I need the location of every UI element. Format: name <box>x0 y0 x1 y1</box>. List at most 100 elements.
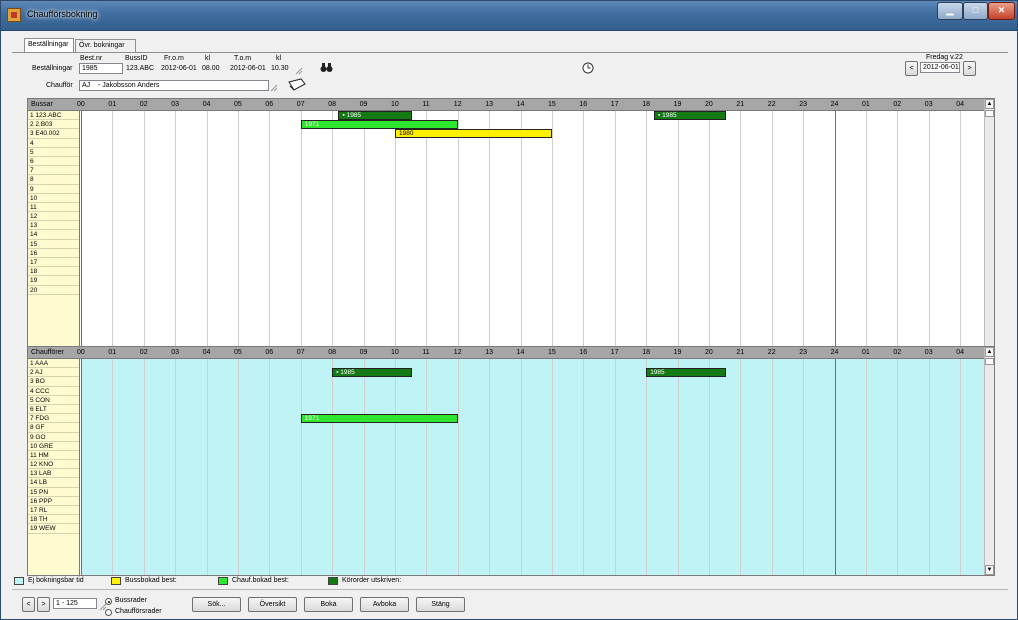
scroll-thumb[interactable] <box>985 110 994 117</box>
driver-timeline-grid[interactable]: ▪ 1985 1985 1971 <box>81 359 985 575</box>
schedule-row-label[interactable]: 13 <box>28 221 79 231</box>
book-button[interactable]: Boka <box>304 597 353 612</box>
schedule-row-label[interactable]: 19 WEW <box>28 524 79 534</box>
schedule-row-label[interactable]: 15 PN <box>28 488 79 497</box>
schedule-row-label[interactable]: 8 <box>28 175 79 185</box>
maximize-button[interactable]: □ <box>963 2 988 20</box>
scroll-thumb[interactable] <box>985 358 994 365</box>
col-kl-label: kl <box>205 55 211 62</box>
best-nr-field[interactable]: 1985 <box>79 63 123 74</box>
search-button[interactable]: Sök... <box>192 597 241 612</box>
schedule-row-label[interactable]: 5 CON <box>28 396 79 405</box>
schedule-row-label[interactable]: 15 <box>28 240 79 249</box>
radio-bussrader[interactable] <box>105 598 112 605</box>
hour-tick-label: 10 <box>391 349 399 356</box>
scroll-up-icon[interactable]: ▲ <box>985 99 994 109</box>
prev-page-button[interactable]: < <box>22 597 35 612</box>
hour-tick-label: 18 <box>642 101 650 108</box>
close-button[interactable]: ✕ <box>988 2 1015 20</box>
schedule-row-label[interactable]: 7 <box>28 166 79 176</box>
schedule-row-label[interactable]: 9 GO <box>28 433 79 442</box>
schedule-row-label[interactable]: 1 AAA <box>28 359 79 369</box>
schedule-row-label[interactable]: 12 <box>28 212 79 222</box>
unbook-button[interactable]: Avboka <box>360 597 409 612</box>
schedule-row-label[interactable]: 9 <box>28 185 79 194</box>
schedule-row-label[interactable]: 16 PPP <box>28 497 79 506</box>
legend-label: Bussbokad best: <box>125 577 177 584</box>
binoculars-icon[interactable] <box>320 62 333 73</box>
schedule-row-label[interactable]: 5 <box>28 148 79 157</box>
from-time-value: 08.00 <box>202 65 220 72</box>
chauffor-field[interactable]: AJ - Jakobsson Anders <box>79 80 269 91</box>
schedule-row-label[interactable]: 19 <box>28 276 79 286</box>
schedule-row-label[interactable]: 14 LB <box>28 478 79 488</box>
app-window: Chaufförsbokning ▁ □ ✕ Beställningar Övr… <box>0 0 1018 620</box>
next-page-button[interactable]: > <box>37 597 50 612</box>
booking-bar[interactable]: ▪ 1985 <box>654 111 727 120</box>
schedule-row-label[interactable]: 1 123.ABC <box>28 111 79 121</box>
hour-tick-label: 11 <box>422 101 430 108</box>
hour-grid-line <box>426 359 428 575</box>
booking-bar[interactable]: 1971 <box>300 120 458 130</box>
prev-day-button[interactable]: < <box>905 61 918 76</box>
footer-divider <box>12 589 1008 590</box>
booking-bar[interactable]: 1985 <box>646 368 727 378</box>
schedule-row-label[interactable]: 2 AJ <box>28 368 79 378</box>
hour-tick-label: 05 <box>234 349 242 356</box>
bus-timeline-grid[interactable]: ▪ 1985 ▪ 1985 1971 1980 <box>81 111 985 370</box>
date-field[interactable]: 2012-06-01 <box>920 62 960 73</box>
scroll-up-icon[interactable]: ▲ <box>985 347 994 357</box>
window-title: Chaufförsbokning <box>27 9 98 19</box>
schedule-row-label[interactable]: 10 <box>28 194 79 203</box>
hour-grid-line <box>489 359 491 575</box>
schedule-row-label[interactable]: 3 E40.002 <box>28 129 79 139</box>
eraser-icon[interactable] <box>287 78 307 92</box>
overview-button[interactable]: Översikt <box>248 597 297 612</box>
schedule-row-label[interactable]: 7 FDG <box>28 414 79 424</box>
radio-chaufforsrader[interactable] <box>105 609 112 616</box>
schedule-row-label[interactable]: 14 <box>28 230 79 240</box>
booking-bar[interactable]: 1971 <box>300 414 458 424</box>
schedule-row-label[interactable]: 4 <box>28 139 79 148</box>
hour-grid-line <box>457 359 459 575</box>
hour-tick-label: 11 <box>422 349 430 356</box>
schedule-row-label[interactable]: 4 CCC <box>28 387 79 396</box>
clock-icon[interactable] <box>582 62 594 74</box>
schedule-row-label[interactable]: 2 2.B03 <box>28 120 79 130</box>
schedule-row-label[interactable]: 11 <box>28 203 79 213</box>
scroll-down-icon[interactable]: ▼ <box>985 565 994 575</box>
schedule-row-label[interactable]: 18 <box>28 267 79 277</box>
row-range-field[interactable]: 1 - 125 <box>53 598 97 609</box>
schedule-row-label[interactable]: 16 <box>28 249 79 258</box>
hour-grid-line <box>897 359 899 575</box>
hour-grid-line <box>866 359 867 575</box>
schedule-row-label[interactable]: 3 BO <box>28 377 79 387</box>
booking-bar[interactable]: ▪ 1985 <box>338 111 413 120</box>
driver-vertical-scrollbar[interactable]: ▲ ▼ <box>984 347 994 575</box>
col-best-nr-label: Best.nr <box>80 55 103 62</box>
schedule-row-label[interactable]: 10 GRE <box>28 442 79 451</box>
hour-tick-label: 17 <box>610 349 619 356</box>
schedule-row-label[interactable]: 6 ELT <box>28 405 79 415</box>
tab-ovr-bokningar[interactable]: Övr. bokningar <box>75 39 136 52</box>
booking-bar[interactable]: 1980 <box>395 129 552 139</box>
tab-bestallningar[interactable]: Beställningar <box>24 38 74 52</box>
close-dialog-button[interactable]: Stäng <box>416 597 465 612</box>
minimize-button[interactable]: ▁ <box>937 2 963 20</box>
schedule-row-label[interactable]: 13 LAB <box>28 469 79 479</box>
hour-grid-line <box>206 359 208 575</box>
hour-tick-label: 20 <box>705 349 713 356</box>
hour-grid-line <box>897 111 899 370</box>
next-day-button[interactable]: > <box>963 61 976 76</box>
schedule-row-label[interactable]: 20 <box>28 286 79 295</box>
hour-tick-label: 02 <box>893 349 902 356</box>
schedule-row-label[interactable]: 17 RL <box>28 506 79 516</box>
schedule-row-label[interactable]: 8 GF <box>28 423 79 433</box>
schedule-row-label[interactable]: 12 KNO <box>28 460 79 470</box>
schedule-row-label[interactable]: 11 HM <box>28 451 79 461</box>
bus-vertical-scrollbar[interactable]: ▲ ▼ <box>984 99 994 370</box>
booking-bar[interactable]: ▪ 1985 <box>332 368 413 378</box>
schedule-row-label[interactable]: 6 <box>28 157 79 167</box>
schedule-row-label[interactable]: 18 TH <box>28 515 79 525</box>
schedule-row-label[interactable]: 17 <box>28 258 79 268</box>
